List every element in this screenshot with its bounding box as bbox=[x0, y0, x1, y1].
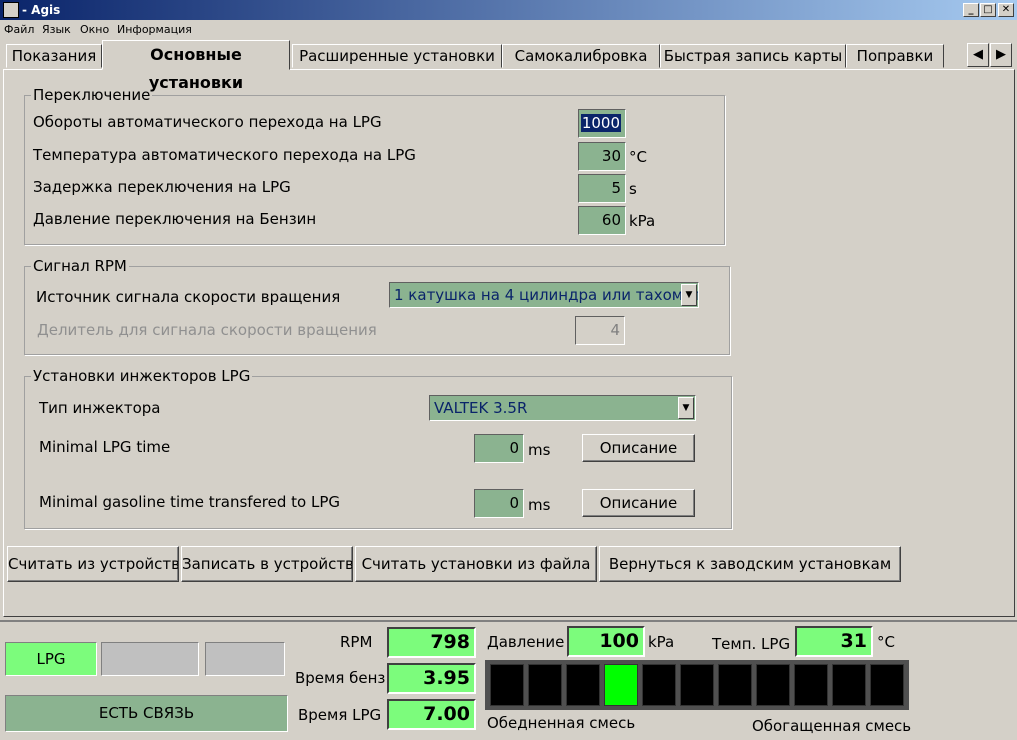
mixture-cell bbox=[832, 664, 866, 706]
write-to-device-button[interactable]: Записать в устройство bbox=[181, 546, 353, 582]
min-gasoline-description-button[interactable]: Описание bbox=[582, 489, 695, 517]
pressure-value: 100 bbox=[567, 626, 645, 657]
rpm-divider-label: Делитель для сигнала скорости вращения bbox=[37, 321, 377, 339]
lpg-indicator: LPG bbox=[5, 642, 97, 676]
pressure-switch-input[interactable]: 60 bbox=[578, 206, 626, 235]
min-gasoline-time-label: Minimal gasoline time transfered to LPG bbox=[39, 493, 341, 511]
mixture-cell bbox=[756, 664, 790, 706]
tab-scroll-right-button[interactable]: ▶ bbox=[990, 43, 1012, 67]
read-from-file-button[interactable]: Считать установки из файла bbox=[355, 546, 597, 582]
rpm-source-label: Источник сигнала скорости вращения bbox=[36, 288, 341, 306]
mixture-cell bbox=[566, 664, 600, 706]
maximize-button[interactable]: □ bbox=[980, 3, 996, 17]
rpm-label: RPM bbox=[340, 633, 373, 651]
min-gasoline-time-input[interactable]: 0 bbox=[474, 489, 524, 518]
tab-strip: Показания Основные установки Расширенные… bbox=[0, 38, 1017, 92]
window-title: - Agis bbox=[22, 3, 61, 17]
tab-scroll-left-button[interactable]: ◀ bbox=[967, 43, 989, 67]
tab-basic-settings[interactable]: Основные установки bbox=[102, 40, 290, 92]
menu-info[interactable]: Информация bbox=[117, 23, 192, 36]
menu-file[interactable]: Файл bbox=[4, 23, 34, 36]
delay-switch-label: Задержка переключения на LPG bbox=[33, 178, 291, 196]
minimize-button[interactable]: _ bbox=[963, 3, 979, 17]
menu-window[interactable]: Окно bbox=[80, 23, 109, 36]
gas-time-label: Время бенз. bbox=[295, 669, 391, 687]
indicator-empty-1 bbox=[101, 642, 199, 676]
menu-bar: Файл Язык Окно Информация bbox=[0, 20, 1017, 38]
mixture-cell bbox=[642, 664, 676, 706]
min-lpg-time-label: Minimal LPG time bbox=[39, 438, 171, 456]
indicator-empty-2 bbox=[205, 642, 285, 676]
lean-mixture-label: Обедненная смесь bbox=[487, 714, 636, 732]
mixture-cell bbox=[794, 664, 828, 706]
title-bar: - Agis _ □ ✕ bbox=[0, 0, 1017, 20]
mixture-cell bbox=[528, 664, 562, 706]
min-gasoline-time-unit: ms bbox=[528, 496, 551, 514]
lpg-time-label: Время LPG bbox=[298, 706, 382, 724]
menu-language[interactable]: Язык bbox=[42, 23, 71, 36]
lpg-time-value: 7.00 bbox=[387, 699, 476, 730]
pressure-unit: kPa bbox=[648, 633, 675, 651]
rpm-switch-label: Обороты автоматического перехода на LPG bbox=[33, 113, 382, 131]
pressure-switch-label: Давление переключения на Бензин bbox=[33, 210, 317, 228]
tab-advanced-settings[interactable]: Расширенные установки bbox=[292, 44, 502, 68]
tab-quick-map[interactable]: Быстрая запись карты bbox=[660, 44, 846, 68]
tab-autocalibration[interactable]: Самокалибровка bbox=[502, 44, 660, 68]
mixture-cell bbox=[718, 664, 752, 706]
tab-readings[interactable]: Показания bbox=[6, 44, 102, 68]
mixture-cell bbox=[680, 664, 714, 706]
tab-corrections[interactable]: Поправки bbox=[846, 44, 944, 68]
min-lpg-time-input[interactable]: 0 bbox=[474, 434, 524, 463]
switching-group-title: Переключение bbox=[31, 86, 153, 104]
rpm-value: 798 bbox=[387, 627, 476, 658]
injectors-group-title: Установки инжекторов LPG bbox=[31, 367, 253, 385]
connection-status: ЕСТЬ СВЯЗЬ bbox=[5, 695, 288, 732]
lpg-temp-label: Темп. LPG bbox=[712, 635, 791, 653]
injector-type-select[interactable]: VALTEK 3.5R ▼ bbox=[429, 395, 696, 421]
pressure-label: Давление bbox=[487, 633, 565, 651]
rpm-switch-input[interactable]: 1000 bbox=[578, 109, 626, 138]
lpg-temp-unit: °C bbox=[877, 633, 895, 651]
chevron-down-icon[interactable]: ▼ bbox=[678, 397, 694, 419]
close-button[interactable]: ✕ bbox=[998, 3, 1014, 17]
app-icon[interactable] bbox=[3, 2, 19, 18]
temp-switch-input[interactable]: 30 bbox=[578, 142, 626, 171]
pressure-switch-unit: kPa bbox=[629, 212, 656, 230]
delay-switch-unit: s bbox=[629, 180, 637, 198]
delay-switch-input[interactable]: 5 bbox=[578, 174, 626, 203]
gas-time-value: 3.95 bbox=[387, 663, 476, 694]
mixture-cell bbox=[490, 664, 524, 706]
read-from-device-button[interactable]: Считать из устройства bbox=[7, 546, 179, 582]
temp-switch-unit: °C bbox=[629, 148, 647, 166]
rpm-signal-group-title: Сигнал RPM bbox=[31, 257, 129, 275]
rpm-divider-input: 4 bbox=[575, 316, 625, 345]
min-lpg-description-button[interactable]: Описание bbox=[582, 434, 695, 462]
mixture-cell bbox=[870, 664, 904, 706]
injector-type-label: Тип инжектора bbox=[39, 399, 161, 417]
rich-mixture-label: Обогащенная смесь bbox=[752, 717, 912, 735]
rpm-source-select[interactable]: 1 катушка на 4 цилиндра или тахометр ▼ bbox=[389, 282, 699, 308]
temp-switch-label: Температура автоматического перехода на … bbox=[33, 146, 416, 164]
min-lpg-time-unit: ms bbox=[528, 441, 551, 459]
chevron-down-icon[interactable]: ▼ bbox=[681, 284, 697, 306]
mixture-cell bbox=[604, 664, 638, 706]
lpg-temp-value: 31 bbox=[795, 626, 873, 657]
factory-reset-button[interactable]: Вернуться к заводским установкам bbox=[599, 546, 901, 582]
